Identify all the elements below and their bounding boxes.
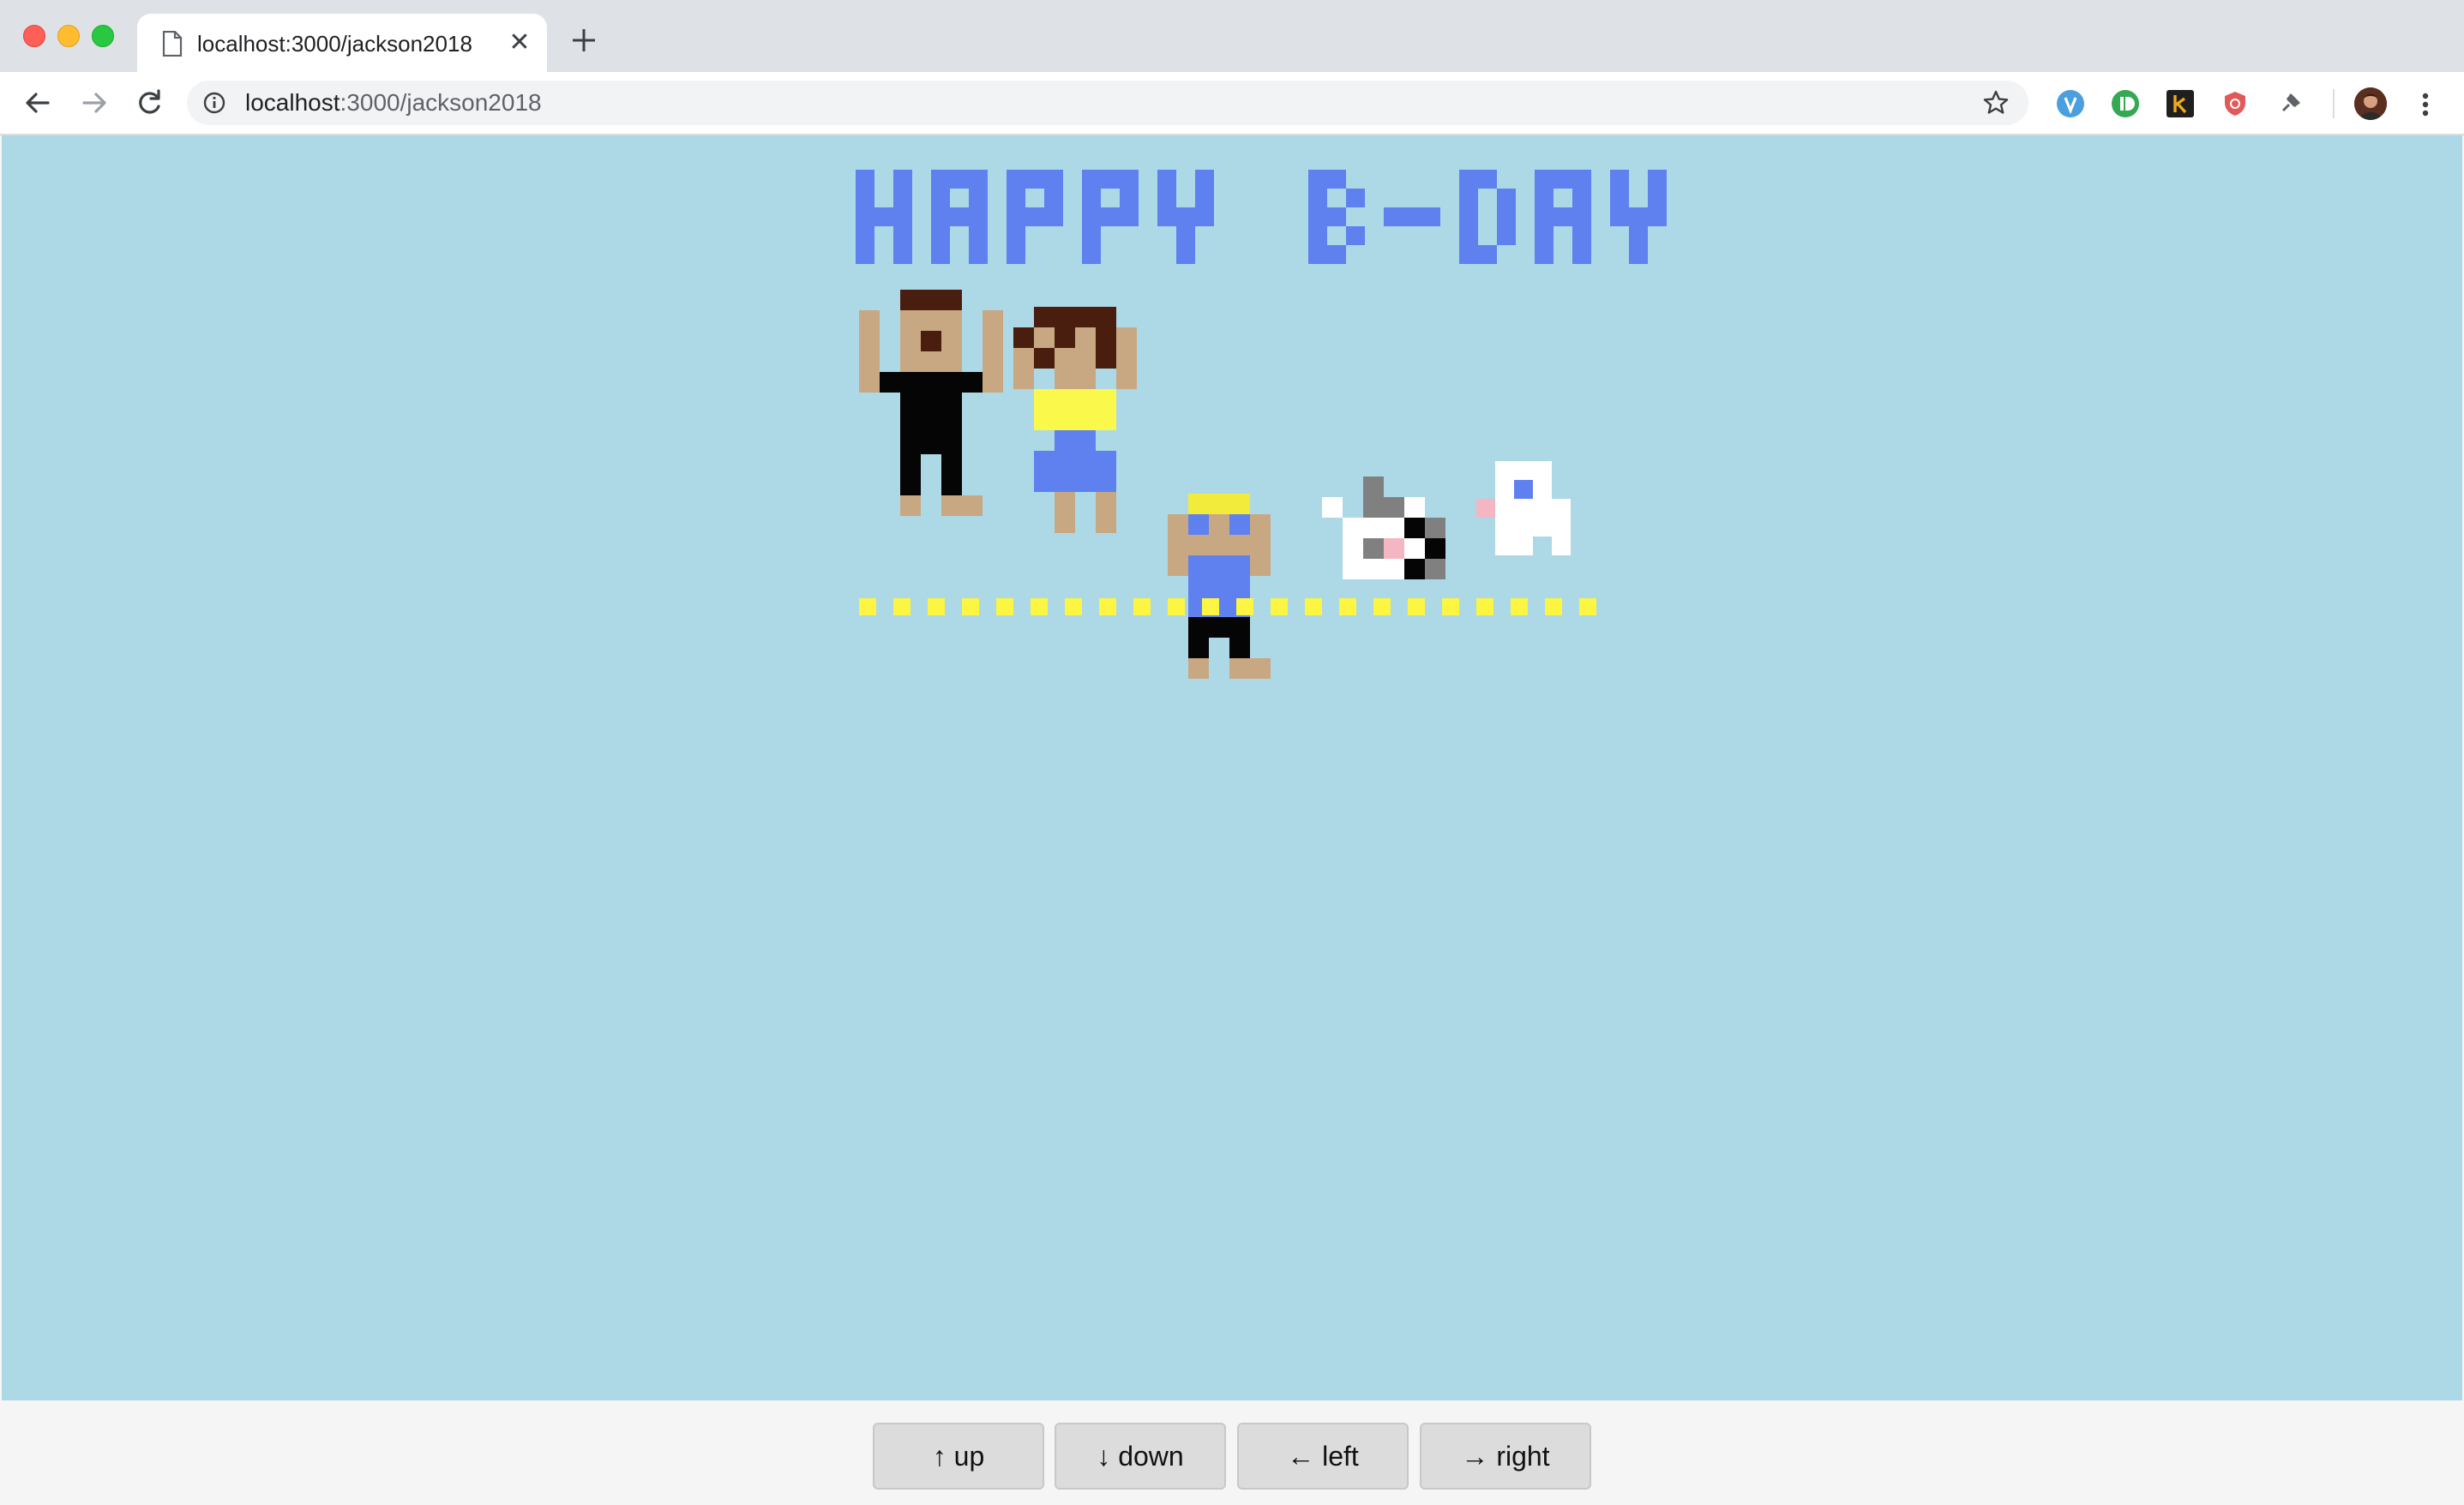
extension-k-icon[interactable] [2166, 89, 2195, 118]
left-button[interactable]: ← left [1237, 1423, 1409, 1490]
document-icon [162, 31, 183, 57]
maximize-window-button[interactable] [92, 25, 114, 47]
forward-arrow-icon[interactable] [77, 86, 111, 120]
close-window-button[interactable] [23, 25, 45, 47]
browser-tab[interactable]: localhost:3000/jackson2018 ✕ [137, 14, 547, 72]
extension-green-icon[interactable] [2111, 89, 2140, 118]
star-icon[interactable] [1982, 89, 2010, 117]
right-button[interactable]: → right [1420, 1423, 1591, 1490]
down-button[interactable]: ↓ down [1055, 1423, 1226, 1490]
reload-icon[interactable] [132, 86, 166, 120]
address-bar[interactable]: localhost:3000/jackson2018 [187, 81, 2028, 125]
kebab-menu-icon[interactable] [2413, 87, 2438, 122]
tab-close-icon[interactable]: ✕ [506, 29, 533, 57]
up-button[interactable]: ↑ up [873, 1423, 1044, 1490]
minimize-window-button[interactable] [57, 25, 80, 47]
url-host: localhost [245, 89, 340, 116]
info-icon[interactable] [202, 91, 226, 115]
tab-strip: localhost:3000/jackson2018 ✕ [0, 0, 2464, 72]
back-arrow-icon[interactable] [21, 86, 55, 120]
plus-icon[interactable] [569, 26, 598, 55]
profile-avatar[interactable] [2354, 87, 2387, 120]
url-path: :3000/jackson2018 [340, 89, 542, 116]
extension-shield-icon[interactable] [2221, 89, 2250, 118]
toolbar-separator [2333, 89, 2335, 118]
pixel-art-scene [2, 135, 2462, 1400]
game-canvas[interactable] [2, 135, 2462, 1400]
extension-pin-icon[interactable] [2275, 89, 2305, 118]
page-viewport: ↑ up ↓ down ← left → right [0, 135, 2464, 1505]
browser-window: localhost:3000/jackson2018 ✕ localhost:3… [0, 0, 2464, 1505]
url-text[interactable]: localhost:3000/jackson2018 [245, 81, 542, 125]
controls-bar: ↑ up ↓ down ← left → right [0, 1400, 2464, 1505]
avatar-image [2354, 87, 2387, 120]
browser-toolbar: localhost:3000/jackson2018 [0, 72, 2464, 135]
extension-blue-icon[interactable] [2056, 89, 2085, 118]
tab-title: localhost:3000/jackson2018 [197, 31, 472, 57]
